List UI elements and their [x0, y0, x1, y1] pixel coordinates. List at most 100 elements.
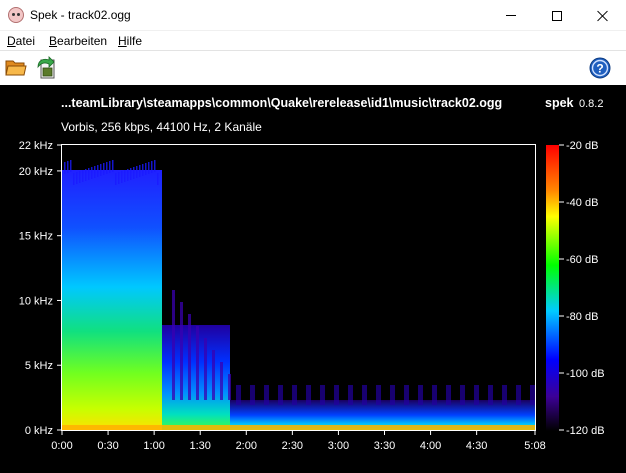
spectrum-loud-region: [62, 170, 162, 430]
x-tick-label: 2:30: [282, 440, 303, 452]
help-icon: ?: [589, 57, 611, 79]
menu-datei-label: atei: [15, 34, 36, 48]
spectrum-texture: [390, 385, 395, 405]
spectrum-texture: [264, 385, 269, 405]
close-icon: [597, 10, 609, 22]
spectrum-texture: [228, 374, 231, 400]
spectrum-texture: [109, 161, 111, 173]
spectrum-texture: [145, 163, 147, 175]
spectrum-texture: [292, 385, 297, 405]
spectrum-texture: [130, 168, 132, 180]
spectrum-texture: [112, 160, 114, 172]
spectrum-texture: [432, 385, 437, 405]
spectrum-texture: [148, 162, 150, 174]
menu-hilfe-label: ilfe: [126, 34, 143, 48]
spectrum-texture: [362, 385, 367, 405]
spectrum-texture: [100, 164, 102, 176]
color-tick-label: -20 dB: [566, 140, 598, 152]
spectrum-texture: [142, 164, 144, 176]
maximize-button[interactable]: [534, 0, 580, 31]
menu-bearbeiten-label: earbeiten: [57, 34, 108, 48]
spectrum-texture: [460, 385, 465, 405]
y-tick-label: 15 kHz: [19, 231, 53, 243]
close-button[interactable]: [580, 0, 626, 31]
color-tick-label: -120 dB: [566, 425, 605, 437]
spectrum-texture: [121, 171, 123, 183]
spectrum-texture: [103, 163, 105, 175]
spectrum-texture: [73, 173, 75, 185]
spectrum-texture: [516, 385, 521, 405]
save-icon: [37, 56, 55, 79]
spectrum-texture: [306, 385, 311, 405]
spectrum-texture: [151, 161, 153, 173]
x-tick-label: 0:30: [97, 440, 118, 452]
toolbar: ?: [0, 52, 626, 85]
y-axis: 0 kHz 5 kHz 10 kHz 15 kHz 20 kHz 22 kHz: [19, 140, 62, 437]
spectrum-texture: [67, 161, 69, 173]
spectrum-texture: [82, 170, 84, 182]
save-image-button[interactable]: [35, 56, 57, 80]
spectrum-texture: [157, 173, 159, 185]
y-tick-label: 20 kHz: [19, 166, 53, 178]
spectrum-texture: [250, 385, 255, 405]
spectrum-texture: [154, 160, 156, 172]
x-tick-label: 4:00: [420, 440, 441, 452]
spectrum-texture: [64, 162, 66, 174]
spectrum-texture: [97, 165, 99, 177]
spectrum-texture: [85, 169, 87, 181]
spectrum-texture: [446, 385, 451, 405]
spectrum-texture: [70, 160, 72, 172]
file-path-label: ...teamLibrary\steamapps\common\Quake\re…: [61, 96, 502, 110]
spectrum-texture: [180, 302, 183, 400]
y-tick-label: 10 kHz: [19, 295, 53, 307]
open-file-button[interactable]: [5, 58, 27, 78]
x-tick-label: 3:00: [328, 440, 349, 452]
spectrum-texture: [474, 385, 479, 405]
spectrogram-plot: [62, 160, 535, 430]
app-version-label: 0.8.2: [579, 98, 603, 110]
minimize-button[interactable]: [488, 0, 534, 31]
spectrum-texture: [76, 172, 78, 184]
menu-bar: Datei Bearbeiten Hilfe: [0, 31, 626, 51]
spectrum-texture: [404, 385, 409, 405]
menu-datei[interactable]: Datei: [7, 34, 35, 48]
spectrum-texture: [127, 169, 129, 181]
x-tick-label: 3:30: [374, 440, 395, 452]
x-tick-label: 4:30: [466, 440, 487, 452]
spectrum-texture: [488, 385, 493, 405]
spectrum-texture: [212, 350, 215, 400]
x-tick-label: 1:00: [143, 440, 164, 452]
color-scale-axis: -20 dB -40 dB -60 dB -80 dB -100 dB -120 dB: [559, 140, 605, 437]
spectrum-texture: [88, 168, 90, 180]
spectrum-texture: [278, 385, 283, 405]
help-glyph: ?: [596, 62, 603, 76]
menu-bearbeiten[interactable]: Bearbeiten: [49, 34, 107, 48]
spectrum-texture: [530, 385, 535, 405]
spectrogram-chart: ...teamLibrary\steamapps\common\Quake\re…: [19, 96, 605, 452]
spectrogram-panel: ...teamLibrary\steamapps\common\Quake\re…: [0, 85, 626, 473]
spectrum-texture: [94, 166, 96, 178]
spek-app-icon: [8, 7, 24, 23]
spectrum-texture: [79, 171, 81, 183]
window-title: Spek - track02.ogg: [30, 8, 131, 22]
audio-info-label: Vorbis, 256 kbps, 44100 Hz, 2 Kanäle: [61, 120, 262, 134]
spectrum-texture: [91, 167, 93, 179]
spectrum-texture: [348, 385, 353, 405]
spectrum-texture: [136, 166, 138, 178]
spectrum-texture: [236, 385, 241, 405]
color-scale-bar: [546, 145, 559, 431]
x-tick-label: 5:08: [524, 440, 545, 452]
menu-hilfe[interactable]: Hilfe: [118, 34, 142, 48]
spectrum-texture: [334, 385, 339, 405]
y-tick-label: 22 kHz: [19, 140, 53, 152]
color-tick-label: -80 dB: [566, 311, 598, 323]
help-button[interactable]: ?: [589, 57, 611, 79]
spectrum-texture: [204, 338, 207, 400]
color-tick-label: -100 dB: [566, 368, 605, 380]
x-axis: 0:00 0:30 1:00 1:30 2:00 2:30 3:00 3:30 4:00 4:30…: [51, 430, 546, 452]
x-tick-label: 0:00: [51, 440, 72, 452]
spectrum-texture: [115, 173, 117, 185]
spectrum-texture: [106, 162, 108, 174]
menu-datei-accel: D: [7, 34, 16, 48]
spectrum-texture: [320, 385, 325, 405]
